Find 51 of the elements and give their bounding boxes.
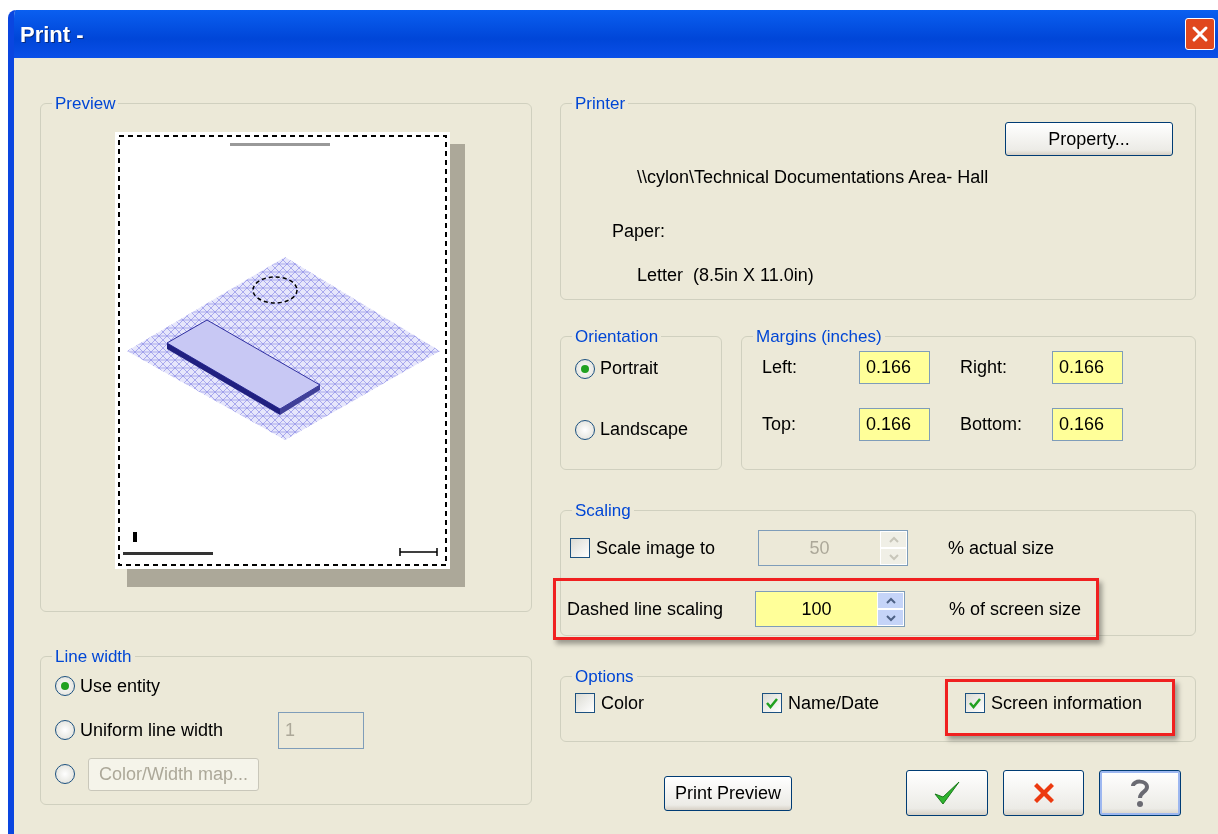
radio-button[interactable]	[575, 419, 595, 440]
option-label: Scale image to	[596, 536, 716, 560]
printer-name: \\cylon\Technical Documentations Area- Hall	[637, 166, 990, 189]
group-title: Options	[574, 668, 635, 685]
checkbox[interactable]	[762, 693, 782, 713]
option-label: Use entity	[80, 674, 161, 698]
paper-label: Paper:	[612, 220, 667, 243]
ok-button[interactable]	[906, 770, 988, 816]
margin-field[interactable]: 0.166	[859, 351, 930, 384]
field-label: Left:	[762, 356, 799, 379]
option-label: Portrait	[600, 357, 659, 380]
option-label: Name/Date	[788, 691, 880, 715]
group-title: Preview	[54, 95, 117, 112]
group-title: Printer	[574, 95, 627, 112]
radio-button[interactable]	[55, 720, 75, 740]
radio-button[interactable]	[55, 764, 75, 784]
spin-down-button[interactable]	[877, 609, 904, 626]
unit-label: % actual size	[948, 536, 1055, 560]
spin-box[interactable]: 100	[755, 591, 905, 627]
group-title: Margins (inches)	[755, 328, 883, 345]
group-title: Orientation	[574, 328, 660, 345]
checkbox[interactable]	[575, 693, 595, 713]
number-field[interactable]: 100	[756, 592, 877, 626]
margin-field[interactable]: 0.166	[1052, 408, 1123, 441]
close-button[interactable]	[1185, 18, 1215, 50]
margin-field[interactable]: 0.166	[859, 408, 930, 441]
group-title: Line width	[54, 648, 133, 665]
option-label: Screen information	[991, 691, 1143, 715]
field-label: Top:	[762, 413, 798, 436]
option-label: Uniform line width	[80, 718, 225, 742]
check-icon	[765, 696, 779, 710]
margin-field[interactable]: 0.166	[1052, 351, 1123, 384]
option-label: Color	[601, 691, 644, 715]
unit-label: % of screen size	[949, 597, 1082, 621]
window-title: Print -	[20, 20, 84, 49]
print-preview-button[interactable]: Print Preview	[664, 775, 793, 811]
option-label: Dashed line scaling	[567, 597, 724, 621]
option-label: Landscape	[600, 418, 689, 441]
spin-up-button[interactable]	[877, 592, 904, 609]
close-icon	[1191, 25, 1209, 43]
help-button[interactable]	[1099, 770, 1181, 816]
check-icon	[968, 696, 982, 710]
group-title: Scaling	[574, 502, 632, 519]
checkbox[interactable]	[965, 693, 985, 713]
field-label: Bottom:	[959, 413, 1024, 436]
radio-button[interactable]	[55, 676, 75, 696]
paper-size: Letter (8.5in X 11.0in)	[637, 264, 815, 287]
property-button[interactable]: Property...	[1005, 122, 1173, 156]
cancel-button[interactable]	[1002, 770, 1085, 816]
field-label: Right:	[959, 356, 1009, 379]
radio-button[interactable]	[575, 358, 595, 379]
